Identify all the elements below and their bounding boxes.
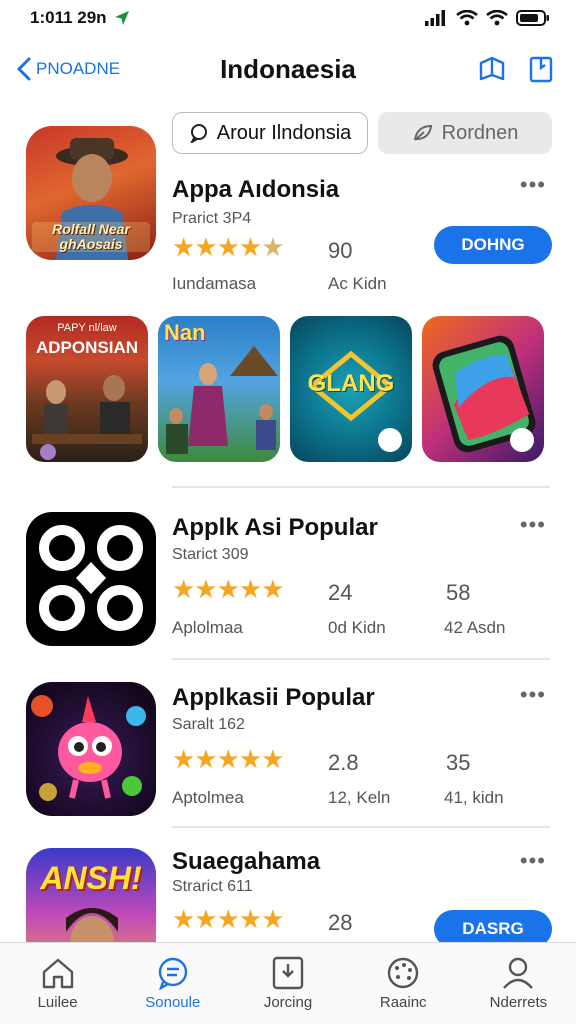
tab-label: Jorcing	[263, 994, 313, 1011]
tab-label: Luilee	[37, 994, 78, 1011]
screenshot-4-play[interactable]	[510, 428, 534, 452]
app-name: Applkasii Popular	[172, 684, 375, 711]
app-label-1: Aplolmaa	[172, 618, 243, 637]
share-icon[interactable]	[528, 55, 554, 83]
tab-label: Nderrets	[489, 994, 548, 1011]
app-name: Appa Aıdonsia	[172, 176, 340, 203]
star-rating: ★★★★★	[172, 744, 285, 774]
screenshot-strip[interactable]: PAPY nl/law ADPONSIAN Nan GLANG	[26, 316, 552, 462]
more-options-button[interactable]: •••	[520, 172, 546, 198]
app-row-4[interactable]: ANSH! Suaegahama Strarict 611 ★★★★★ 28 •…	[26, 848, 552, 982]
screenshot-1-scene	[32, 375, 142, 460]
app-stat-2: 35	[446, 750, 471, 775]
status-time: 1:011 29n	[30, 8, 131, 28]
app-subtitle: Strarict 611	[172, 878, 253, 895]
app-label-2: 12, Keln	[328, 788, 391, 807]
app-name: Suaegahama	[172, 848, 321, 875]
chevron-left-icon	[17, 57, 31, 81]
app-icon-text: Rolfall Near ghAosais	[52, 221, 130, 252]
app-label-left: Iundamasa	[172, 274, 257, 293]
tab-raainc[interactable]: Raainc	[346, 943, 461, 1024]
app-stat: 28	[328, 910, 353, 935]
app-stat-1: 24	[328, 580, 353, 605]
screenshot-2[interactable]: Nan	[158, 316, 280, 462]
app-row-3[interactable]: Applkasii Popular Saralt 162 ★★★★★ 2.8 3…	[26, 682, 552, 822]
tab-bar: Luilee Sonoule Jorcing Raainc Nderrets	[0, 942, 576, 1024]
battery-icon	[516, 10, 549, 26]
download-box-icon	[272, 956, 304, 990]
more-options-button[interactable]: •••	[520, 848, 546, 874]
divider	[172, 826, 550, 828]
tab-sonoule[interactable]: Sonoule	[115, 943, 230, 1024]
app-icon	[26, 682, 156, 816]
divider	[172, 486, 550, 488]
screenshot-3[interactable]: GLANG	[290, 316, 412, 462]
app-label-3: 42 Asdn	[444, 618, 506, 637]
app-stat-1: 2.8	[328, 750, 359, 775]
app-label-right: Ac Kidn	[328, 274, 387, 293]
app-stat-2: 58	[446, 580, 471, 605]
tab-luilee[interactable]: Luilee	[0, 943, 115, 1024]
app-subtitle: Prarict 3P4	[172, 210, 252, 227]
person-icon	[503, 957, 534, 989]
screenshot-3-title: GLANG	[307, 370, 395, 397]
chat-icon	[158, 957, 187, 990]
app-subtitle: Starict 309	[172, 546, 249, 563]
star-rating: ★★★★★	[172, 574, 285, 604]
tab-label: Sonoule	[145, 994, 201, 1011]
screenshot-3-play[interactable]	[378, 428, 402, 452]
tab-label: Raainc	[379, 994, 427, 1011]
app-row-2[interactable]: Applk Asi Popular Starict 309 ★★★★★ 24 5…	[26, 512, 552, 652]
screenshot-1-top: PAPY nl/law	[57, 322, 117, 334]
book-icon[interactable]	[478, 55, 506, 83]
app-label-1: Aptolmea	[172, 788, 244, 807]
back-button[interactable]: Pnoadne	[14, 56, 120, 82]
status-icons	[424, 9, 550, 27]
dots-logo-icon	[39, 525, 143, 631]
home-icon	[42, 958, 73, 989]
tab-nderrets[interactable]: Nderrets	[461, 943, 576, 1024]
app-stat: 90	[328, 238, 353, 263]
divider	[172, 658, 550, 660]
status-bar: 1:011 29n	[0, 0, 576, 36]
app-label-2: 0d Kidn	[328, 618, 386, 637]
tab-jorcing[interactable]: Jorcing	[230, 943, 345, 1024]
wifi-icon	[456, 10, 478, 26]
app-label-3: 41, kidn	[444, 788, 504, 807]
star-rating: ★★★★★	[172, 904, 285, 934]
app-subtitle: Saralt 162	[172, 716, 245, 733]
location-arrow-icon	[114, 11, 129, 25]
screenshot-1[interactable]: PAPY nl/law ADPONSIAN	[26, 316, 148, 462]
nav-actions	[478, 55, 554, 83]
app-icon: Rolfall Near ghAosais	[26, 126, 156, 260]
app-name: Applk Asi Popular	[172, 514, 378, 541]
more-options-button[interactable]: •••	[520, 512, 546, 538]
get-button[interactable]: DOHNG	[434, 226, 552, 264]
status-time-text: 1:011 29n	[30, 8, 107, 27]
wifi-icon-2	[486, 10, 508, 26]
more-options-button[interactable]: •••	[520, 682, 546, 708]
cartoon-mascot-icon	[31, 695, 146, 801]
screenshot-1-title: ADPONSIAN	[35, 338, 138, 357]
navigation-bar: Pnoadne Indonaesia	[0, 44, 576, 94]
back-label: Pnoadne	[36, 59, 121, 78]
star-rating: ★★★★★	[172, 232, 285, 262]
palette-icon	[388, 957, 419, 989]
screenshot-4[interactable]	[422, 316, 544, 462]
app-icon	[26, 512, 156, 646]
app-row-1[interactable]: Rolfall Near ghAosais Appa Aıdonsia Prar…	[26, 126, 552, 296]
signal-icon	[425, 10, 445, 26]
screenshot-2-scene	[166, 346, 278, 454]
